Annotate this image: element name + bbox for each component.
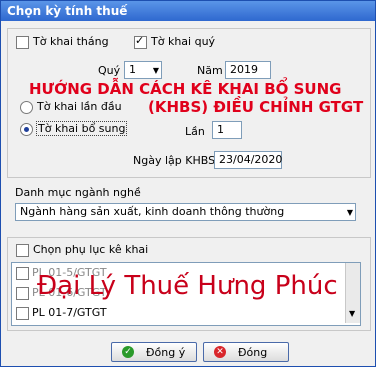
check-icon: ✓: [122, 346, 134, 358]
quarterly-checkbox[interactable]: [134, 34, 147, 49]
quarter-select[interactable]: 1 ▼: [124, 61, 162, 79]
date-label: Ngày lập KHBS: [133, 154, 216, 167]
tax-period-dialog: Chọn kỳ tính thuế Tờ khai tháng Tờ khai …: [0, 0, 376, 367]
quarter-value: 1: [129, 63, 136, 76]
appendix-checkbox[interactable]: [16, 244, 29, 257]
first-declaration-label: Tờ khai lần đầu: [37, 100, 122, 113]
title-bar: Chọn kỳ tính thuế: [1, 1, 375, 21]
date-input[interactable]: 23/04/2020: [214, 151, 282, 169]
ok-button-label: Đồng ý: [146, 346, 186, 359]
monthly-label: Tờ khai tháng: [33, 35, 109, 48]
close-button[interactable]: ✕ Đóng: [203, 342, 289, 362]
appendix-item-checkbox[interactable]: [16, 307, 29, 320]
close-icon: ✕: [214, 346, 226, 358]
times-input[interactable]: 1: [212, 121, 242, 139]
appendix-label: Chọn phụ lục kê khai: [33, 243, 149, 256]
industry-label: Danh mục ngành nghề: [15, 186, 141, 199]
appendix-item-label: PL 01-7/GTGT: [32, 306, 107, 319]
year-input[interactable]: 2019: [225, 61, 271, 79]
chevron-down-icon: ▼: [346, 208, 353, 217]
quarterly-label: Tờ khai quý: [151, 35, 216, 48]
monthly-checkbox[interactable]: [16, 36, 29, 49]
appendix-scrollbar[interactable]: ▼: [345, 263, 360, 323]
supplement-label: Tờ khai bổ sung: [36, 121, 128, 136]
overlay-title-line2: (KHBS) ĐIỀU CHỈNH GTGT: [148, 98, 364, 116]
overlay-title-line1: HƯỚNG DẪN CÁCH KÊ KHAI BỔ SUNG: [29, 80, 342, 98]
first-declaration-radio[interactable]: [20, 101, 33, 114]
chevron-down-icon: ▼: [152, 66, 159, 75]
year-label: Năm: [197, 64, 223, 77]
industry-select[interactable]: Ngành hàng sản xuất, kinh doanh thông th…: [15, 203, 356, 221]
supplement-radio[interactable]: [20, 123, 33, 136]
ok-button[interactable]: ✓ Đồng ý: [111, 342, 197, 362]
close-button-label: Đóng: [238, 346, 268, 359]
appendix-item-checkbox[interactable]: [16, 287, 29, 300]
quarter-label: Quý: [98, 64, 121, 77]
industry-value: Ngành hàng sản xuất, kinh doanh thông th…: [20, 205, 285, 218]
scroll-down-icon: ▼: [349, 309, 356, 318]
watermark-text: Đại Lý Thuế Hưng Phúc: [37, 271, 338, 301]
appendix-item-checkbox[interactable]: [16, 267, 29, 280]
times-label: Lần: [185, 125, 205, 138]
window-title: Chọn kỳ tính thuế: [7, 4, 128, 18]
